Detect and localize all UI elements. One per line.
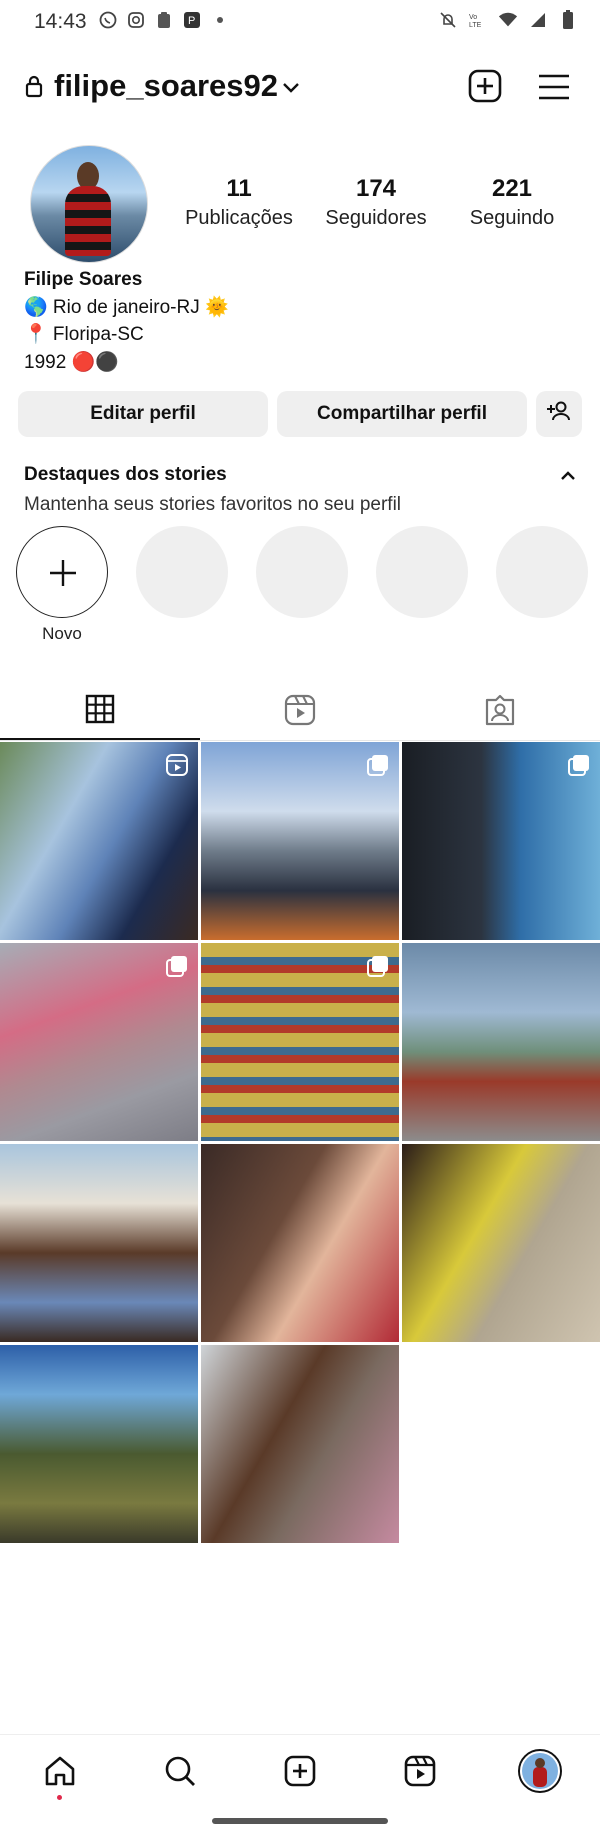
post-thumbnail[interactable]: [0, 1144, 198, 1342]
username-title[interactable]: filipe_soares92: [54, 68, 278, 104]
share-profile-button[interactable]: Compartilhar perfil: [277, 391, 527, 437]
home-icon[interactable]: [42, 1753, 78, 1789]
svg-text:P: P: [188, 15, 195, 27]
post-thumbnail[interactable]: [201, 1144, 399, 1342]
highlights-subtitle: Mantenha seus stories favoritos no seu p…: [24, 494, 402, 515]
menu-icon[interactable]: [536, 70, 572, 104]
signal-icon: [528, 10, 548, 30]
notification-dot: [57, 1795, 62, 1800]
instagram-icon: [126, 10, 146, 30]
highlight-placeholder: [376, 526, 468, 618]
stat-followers-count: 174: [355, 175, 397, 202]
reel-badge-icon: [166, 754, 188, 776]
new-highlight-label: Novo: [42, 624, 82, 643]
volte-icon: Vo LTE: [468, 10, 488, 30]
status-time: 14:43: [34, 10, 87, 33]
wifi-icon: [498, 10, 518, 30]
dot-icon: [210, 10, 230, 30]
new-highlight-button[interactable]: [16, 526, 108, 618]
reels-icon: [284, 694, 316, 726]
profile-bio: Filipe Soares 🌎 Rio de janeiro-RJ 🌞 📍 Fl…: [24, 266, 229, 376]
tab-grid[interactable]: [0, 680, 200, 740]
search-icon[interactable]: [162, 1753, 198, 1789]
status-icons-right: Vo LTE: [438, 10, 578, 30]
stat-followers[interactable]: 174 Seguidores: [306, 175, 446, 230]
bio-line: 🌎 Rio de janeiro-RJ 🌞: [24, 296, 229, 318]
carousel-badge-icon: [367, 754, 389, 776]
highlights-title: Destaques dos stories: [24, 464, 227, 485]
post-thumbnail[interactable]: [402, 1144, 600, 1342]
profile-avatar[interactable]: [30, 145, 148, 263]
stat-posts-label: Publicações: [185, 207, 293, 229]
bio-line: 1992 🔴⚫: [24, 351, 119, 373]
chevron-up-icon[interactable]: [558, 466, 578, 486]
status-icons-left: P: [98, 10, 230, 30]
profile-tabs: [0, 680, 600, 741]
profile-name: Filipe Soares: [24, 269, 143, 290]
carousel-badge-icon: [166, 955, 188, 977]
post-thumbnail[interactable]: [201, 943, 399, 1141]
highlight-placeholder: [256, 526, 348, 618]
post-thumbnail[interactable]: [402, 742, 600, 940]
svg-text:Vo: Vo: [469, 14, 477, 21]
post-thumbnail[interactable]: [0, 943, 198, 1141]
post-thumbnail[interactable]: [201, 742, 399, 940]
grid-icon: [85, 694, 115, 724]
highlight-placeholder: [136, 526, 228, 618]
reels-nav-icon[interactable]: [402, 1753, 438, 1789]
stat-posts[interactable]: 11 Publicações: [169, 175, 309, 230]
home-indicator[interactable]: [212, 1818, 388, 1824]
carousel-badge-icon: [568, 754, 590, 776]
tab-tagged[interactable]: [400, 680, 600, 740]
stat-following[interactable]: 221 Seguindo: [442, 175, 582, 230]
app-icon: P: [182, 10, 202, 30]
tab-reels[interactable]: [200, 680, 400, 740]
tagged-icon: [485, 694, 515, 726]
stat-following-count: 221: [491, 175, 533, 202]
battery-icon: [558, 10, 578, 30]
lock-icon: [24, 74, 44, 98]
whatsapp-icon: [98, 10, 118, 30]
add-person-icon: [546, 400, 572, 428]
mute-icon: [438, 10, 458, 30]
stat-posts-count: 11: [226, 175, 252, 202]
status-bar: 14:43 P Vo LTE: [0, 0, 600, 44]
bottom-nav: [0, 1734, 600, 1805]
clipboard-icon: [154, 10, 174, 30]
highlight-placeholder: [496, 526, 588, 618]
create-icon[interactable]: [282, 1753, 318, 1789]
carousel-badge-icon: [367, 955, 389, 977]
stat-followers-label: Seguidores: [325, 207, 427, 229]
plus-icon: [50, 560, 76, 586]
add-person-button[interactable]: [536, 391, 582, 437]
post-thumbnail[interactable]: [402, 943, 600, 1141]
chevron-down-icon[interactable]: [280, 76, 302, 98]
post-thumbnail[interactable]: [0, 1345, 198, 1543]
svg-text:LTE: LTE: [469, 22, 482, 29]
add-post-icon[interactable]: [467, 68, 503, 104]
post-thumbnail[interactable]: [201, 1345, 399, 1543]
post-thumbnail[interactable]: [0, 742, 198, 940]
stat-following-label: Seguindo: [469, 207, 555, 229]
bio-line: 📍 Floripa-SC: [24, 324, 144, 345]
edit-profile-button[interactable]: Editar perfil: [18, 391, 268, 437]
profile-header: filipe_soares92: [0, 60, 600, 112]
profile-avatar[interactable]: [518, 1749, 562, 1793]
